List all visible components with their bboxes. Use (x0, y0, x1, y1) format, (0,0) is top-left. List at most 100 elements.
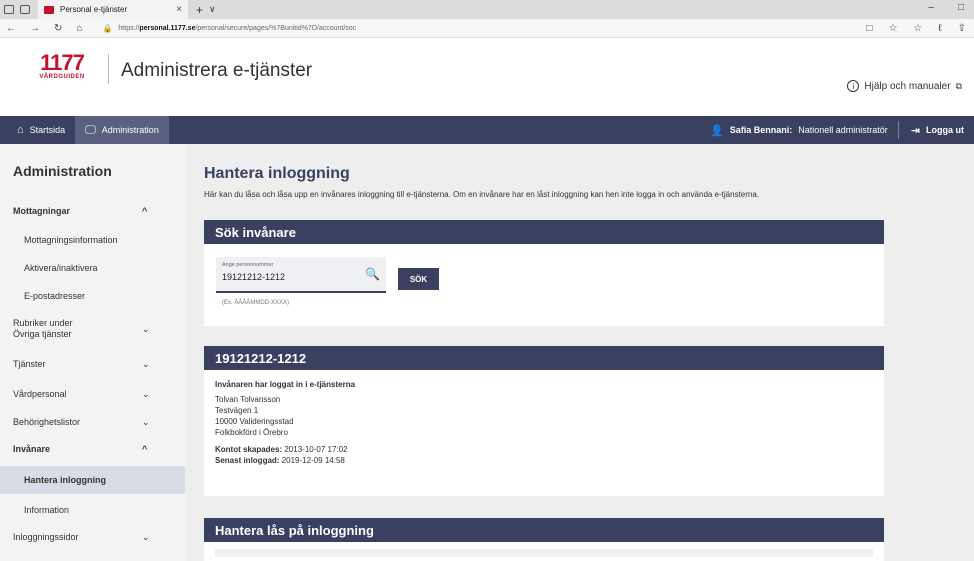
logout-button[interactable]: ⇥ Logga ut (899, 124, 974, 137)
chevron-up-icon: ^ (142, 444, 148, 454)
favorite-star-icon[interactable]: ☆ (888, 23, 897, 34)
personnummer-value: 19121212-1212 (222, 272, 286, 282)
help-label: Hjälp och manualer (864, 80, 951, 92)
sidebar-item-invanare[interactable]: Invånare ^ (0, 438, 185, 460)
person-card-heading: 19121212-1212 (204, 346, 884, 370)
person-name: Tolvan Tolvansson (215, 395, 281, 404)
page-description: Här kan du låsa och låsa upp en invånare… (204, 190, 760, 199)
back-icon[interactable]: ← (6, 23, 16, 34)
person-card: 19121212-1212 Invånaren har loggat in i … (204, 346, 884, 496)
search-card-heading: Sök invånare (204, 220, 884, 244)
sidebar-item-label: Mottagningar (13, 206, 70, 216)
lock-card-body (215, 549, 873, 557)
sidebar-item-hantera-inloggning[interactable]: Hantera inloggning (0, 466, 185, 494)
account-created-label: Kontot skapades: (215, 445, 283, 454)
url-prefix: https:// (118, 24, 140, 32)
person-postal: 10000 Valideringsstad (215, 417, 294, 426)
page-title: Hantera inloggning (204, 165, 350, 182)
tab-dropdown-icon[interactable]: ∨ (209, 4, 216, 15)
search-icon[interactable]: 🔍 (365, 267, 380, 281)
url-host: personal.1177.se (139, 24, 196, 32)
tab-back-icon[interactable] (20, 5, 30, 14)
favicon-icon (44, 5, 54, 14)
sidebar-item-aktivera[interactable]: Aktivera/inaktivera (0, 258, 185, 278)
browser-tabbar: Personal e-tjänster × + ∨ – □ (0, 0, 974, 19)
chevron-down-icon: ⌄ (142, 388, 150, 399)
search-card: Sök invånare Ange personnummer 19121212-… (204, 220, 884, 326)
share-icon[interactable]: ⇪ (958, 23, 966, 34)
refresh-icon[interactable]: ↻ (54, 23, 62, 34)
sidebar-item-label: E-postadresser (24, 291, 86, 301)
browser-tab[interactable]: Personal e-tjänster × (38, 0, 188, 19)
chevron-down-icon: ⌄ (142, 416, 150, 427)
tab-title: Personal e-tjänster (60, 5, 128, 14)
sidebar-item-label: Tjänster (13, 359, 46, 369)
app-title: Administrera e-tjänster (121, 60, 313, 81)
help-link[interactable]: i Hjälp och manualer ⧉ (847, 80, 962, 92)
logout-icon: ⇥ (910, 124, 920, 137)
home-icon: ⌂ (17, 124, 24, 136)
nav-startsida[interactable]: ⌂ Startsida (0, 116, 75, 144)
reading-view-icon[interactable]: □ (866, 23, 872, 34)
chevron-up-icon: ^ (142, 206, 148, 216)
tab-actions-icon[interactable] (4, 5, 14, 14)
logo[interactable]: 1177 VÅRDGUIDEN (22, 50, 102, 81)
maximize-icon[interactable]: □ (958, 2, 964, 13)
sidebar-item-behorighetslistor[interactable]: Behörighetslistor ⌄ (0, 412, 185, 432)
sidebar-item-tjanster[interactable]: Tjänster ⌄ (0, 354, 185, 374)
personnummer-label: Ange personnummer (222, 262, 274, 268)
person-street: Testvägen 1 (215, 406, 259, 415)
user-role: Nationell administratör (798, 125, 888, 135)
sidebar-item-label: Mottagningsinformation (24, 235, 118, 245)
sidebar-item-label: Inloggningssidor (13, 532, 79, 542)
logo-number: 1177 (40, 50, 85, 75)
person-registered: Folkbokförd i Örebro (215, 428, 288, 437)
sidebar-item-mottagningar[interactable]: Mottagningar ^ (0, 200, 185, 222)
minimize-icon[interactable]: – (928, 2, 934, 13)
monitor-icon: 🖵 (85, 123, 96, 136)
browser-toolbar-right: □ ☆ ☆ ℓ ⇪ (866, 23, 966, 34)
user-info[interactable]: 👤 Safia Bennani: Nationell administratör (700, 124, 898, 137)
sidebar-item-label: Invånare (13, 444, 51, 454)
last-login-value: 2019-12-09 14:58 (281, 456, 345, 465)
sidebar-item-rubriker[interactable]: Rubriker under Övriga tjänster ⌄ (0, 314, 185, 344)
tab-close-icon[interactable]: × (176, 4, 182, 15)
logo-divider (108, 54, 109, 84)
info-icon: i (847, 80, 860, 92)
sidebar-item-mottagningsinformation[interactable]: Mottagningsinformation (0, 230, 185, 250)
window-controls: – □ (928, 2, 964, 13)
favorites-list-icon[interactable]: ☆ (913, 23, 922, 34)
login-status: Invånaren har loggat in i e-tjänsterna (215, 380, 356, 389)
search-button[interactable]: SÖK (398, 268, 439, 290)
sidebar-item-information[interactable]: Information (0, 500, 185, 520)
personnummer-input[interactable]: Ange personnummer 19121212-1212 🔍 (216, 257, 386, 293)
pen-icon[interactable]: ℓ (938, 23, 941, 34)
site-header: 1177 VÅRDGUIDEN Administrera e-tjänster … (0, 38, 974, 116)
chevron-down-icon: ⌄ (142, 323, 150, 334)
sidebar-item-epostadresser[interactable]: E-postadresser (0, 286, 185, 306)
new-tab-icon[interactable]: + (196, 3, 203, 17)
lock-icon: 🔒 (102, 23, 113, 33)
home-icon[interactable]: ⌂ (76, 23, 82, 34)
last-login: Senast inloggad: 2019-12-09 14:58 (215, 456, 345, 465)
sidebar-item-label: Aktivera/inaktivera (24, 263, 98, 273)
lock-card: Hantera lås på inloggning (204, 518, 884, 561)
personnummer-hint: (Ex. ÅÅÅÅMMDD-XXXX) (222, 300, 290, 306)
sidebar-item-label: Behörighetslistor (13, 417, 81, 427)
forward-icon[interactable]: → (30, 23, 40, 34)
sidebar-item-vardpersonal[interactable]: Vårdpersonal ⌄ (0, 384, 185, 404)
sidebar-item-label: Hantera inloggning (24, 475, 106, 485)
sidebar-item-label: Information (24, 505, 70, 515)
logout-label: Logga ut (926, 125, 964, 135)
nav-administration[interactable]: 🖵 Administration (75, 116, 169, 144)
sidebar: Administration Mottagningar ^ Mottagning… (0, 144, 185, 561)
user-name: Safia Bennani: (729, 125, 793, 135)
url-field[interactable]: 🔒 https://personal.1177.se/personal/secu… (102, 24, 356, 33)
url-path: /personal/secure/pages/%7Bunitid%7D/acco… (195, 24, 357, 32)
lock-card-heading: Hantera lås på inloggning (204, 518, 884, 542)
sidebar-item-inloggningssidor[interactable]: Inloggningssidor ⌄ (0, 526, 185, 548)
main-content: Hantera inloggning Här kan du låsa och l… (185, 144, 974, 561)
top-nav-right: 👤 Safia Bennani: Nationell administratör… (700, 116, 974, 144)
sidebar-item-label: Vårdpersonal (13, 389, 67, 399)
account-created: Kontot skapades: 2013-10-07 17:02 (215, 445, 348, 454)
